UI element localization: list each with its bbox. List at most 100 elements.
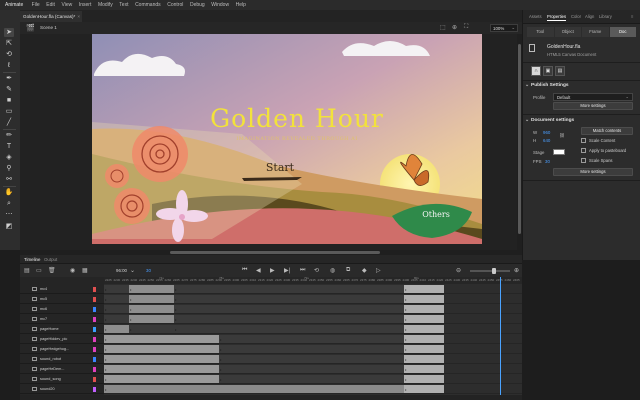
keyframe-icon[interactable]: • bbox=[405, 357, 406, 362]
zoom-tool-icon[interactable]: ⌕ bbox=[4, 199, 14, 208]
frame-span[interactable] bbox=[219, 355, 404, 363]
menu-help[interactable]: Help bbox=[232, 2, 249, 8]
layer-row[interactable]: pageHedgehog... bbox=[20, 345, 104, 354]
delete-layer-icon[interactable]: 🗑 bbox=[48, 267, 56, 274]
keyframe-icon[interactable]: • bbox=[105, 347, 106, 352]
layer-color-swatch[interactable] bbox=[93, 357, 96, 362]
keyframe-icon[interactable]: • bbox=[405, 297, 406, 302]
frame-row[interactable]: • • • bbox=[104, 365, 522, 374]
menu-view[interactable]: View bbox=[58, 2, 75, 8]
publish-settings-header[interactable]: ⌄ Publish Settings bbox=[525, 83, 569, 88]
subtab-object[interactable]: Object bbox=[554, 27, 581, 37]
zoom-dropdown[interactable]: 100% ⌄ bbox=[490, 24, 518, 32]
scene-label[interactable]: Scene 1 bbox=[40, 25, 57, 30]
frame-span[interactable] bbox=[104, 315, 129, 323]
frame-span[interactable] bbox=[129, 305, 174, 313]
bone-tool-icon[interactable]: ⚯ bbox=[4, 175, 14, 184]
keyframe-icon[interactable]: • bbox=[105, 377, 106, 382]
frame-span[interactable] bbox=[129, 315, 174, 323]
frame-span[interactable] bbox=[404, 305, 444, 313]
frame-span[interactable] bbox=[104, 365, 219, 373]
layer-row[interactable]: pageHome bbox=[20, 325, 104, 334]
link-dimensions-icon[interactable]: ⛓ bbox=[559, 133, 565, 139]
frame-row[interactable]: • • • bbox=[104, 375, 522, 384]
step-forward-icon[interactable]: ▶| bbox=[284, 267, 290, 274]
others-button[interactable]: Others bbox=[406, 210, 466, 219]
keyframe-icon[interactable]: • bbox=[130, 307, 131, 312]
apply-pasteboard-checkbox[interactable] bbox=[581, 148, 586, 153]
frame-span[interactable] bbox=[104, 305, 129, 313]
menu-insert[interactable]: Insert bbox=[76, 2, 95, 8]
line-tool-icon[interactable]: ╱ bbox=[4, 118, 14, 127]
loop-icon[interactable]: ⟲ bbox=[314, 267, 319, 274]
edit-document-icon[interactable]: ∩ bbox=[531, 66, 541, 76]
scale-spans-checkbox[interactable] bbox=[581, 158, 586, 163]
more-tools-icon[interactable]: ⋯ bbox=[4, 210, 14, 219]
frame-row[interactable]: • • • • bbox=[104, 305, 522, 314]
frame-span[interactable] bbox=[174, 295, 404, 303]
layer-color-swatch[interactable] bbox=[93, 327, 96, 332]
eyedropper-tool-icon[interactable]: ⚲ bbox=[4, 164, 14, 173]
layer-color-swatch[interactable] bbox=[93, 287, 96, 292]
keyframe-icon[interactable]: • bbox=[130, 317, 131, 322]
layer-row[interactable]: mc4 bbox=[20, 285, 104, 294]
tab-align[interactable]: Align bbox=[585, 14, 594, 19]
frame-row[interactable]: • • • bbox=[104, 345, 522, 354]
panel-menu-icon[interactable]: ≡ bbox=[631, 14, 633, 19]
frame-span[interactable] bbox=[104, 335, 219, 343]
brush-tool-icon[interactable]: ✎ bbox=[4, 85, 14, 94]
frame-span[interactable] bbox=[104, 355, 219, 363]
frame-span[interactable] bbox=[129, 295, 174, 303]
lasso-tool-icon[interactable]: ℓ bbox=[4, 61, 14, 70]
stage-canvas[interactable]: Golden Hour IMAGINATION REVEALED THROUGH… bbox=[92, 34, 482, 244]
frame-row[interactable]: • • • • bbox=[104, 285, 522, 294]
frame-span[interactable] bbox=[174, 325, 404, 333]
layer-color-swatch[interactable] bbox=[93, 337, 96, 342]
menu-debug[interactable]: Debug bbox=[187, 2, 208, 8]
hand-tool-icon[interactable]: ✋ bbox=[4, 188, 14, 197]
layer-row[interactable]: sound20 bbox=[20, 385, 104, 394]
frame-span[interactable] bbox=[404, 285, 444, 293]
insert-keyframe-icon[interactable]: ◆ bbox=[362, 267, 367, 274]
new-layer-icon[interactable]: ▤ bbox=[24, 267, 30, 274]
clip-content-icon[interactable]: ⛶ bbox=[464, 24, 468, 31]
frame-span[interactable] bbox=[104, 385, 404, 393]
frame-row[interactable]: • • • • bbox=[104, 325, 522, 334]
menu-control[interactable]: Control bbox=[164, 2, 187, 8]
frame-span[interactable] bbox=[219, 365, 404, 373]
layer-color-swatch[interactable] bbox=[93, 297, 96, 302]
menu-window[interactable]: Window bbox=[208, 2, 232, 8]
selection-tool-icon[interactable]: ➤ bbox=[4, 28, 14, 37]
frame-row[interactable]: • • • bbox=[104, 335, 522, 344]
keyframe-icon[interactable]: • bbox=[220, 367, 221, 372]
edit-stage-icon[interactable]: ▤ bbox=[555, 66, 565, 76]
frame-span[interactable] bbox=[404, 345, 444, 353]
menu-commands[interactable]: Commands bbox=[132, 2, 164, 8]
keyframe-icon[interactable]: • bbox=[130, 297, 131, 302]
play-icon[interactable]: ▶ bbox=[270, 267, 275, 274]
frame-span[interactable] bbox=[219, 375, 404, 383]
frame-span[interactable] bbox=[404, 315, 444, 323]
keyframe-icon[interactable]: • bbox=[405, 307, 406, 312]
frame-span[interactable] bbox=[404, 375, 444, 383]
height-value[interactable]: 640 bbox=[543, 138, 550, 143]
frame-span[interactable] bbox=[404, 325, 444, 333]
stage-color-swatch[interactable] bbox=[553, 149, 565, 155]
keyframe-icon[interactable]: • bbox=[220, 357, 221, 362]
play-range-icon[interactable]: ▷ bbox=[376, 267, 381, 274]
keyframe-icon[interactable]: • bbox=[105, 337, 106, 342]
keyframe-icon[interactable]: • bbox=[175, 327, 176, 332]
edit-symbols-icon[interactable]: ⬚ bbox=[440, 24, 446, 31]
frame-span[interactable] bbox=[174, 285, 404, 293]
center-stage-icon[interactable]: ⊕ bbox=[452, 24, 457, 31]
frame-span[interactable] bbox=[129, 285, 174, 293]
scene-icon[interactable]: 🎬 bbox=[26, 24, 35, 32]
subtab-frame[interactable]: Frame bbox=[582, 27, 609, 37]
fast-forward-icon[interactable]: ⏭ bbox=[300, 267, 305, 274]
free-transform-tool-icon[interactable]: ⟲ bbox=[4, 50, 14, 59]
keyframe-icon[interactable]: • bbox=[405, 347, 406, 352]
pasteboard[interactable]: Golden Hour IMAGINATION REVEALED THROUGH… bbox=[20, 34, 522, 250]
layer-color-swatch[interactable] bbox=[93, 387, 96, 392]
time-dropdown-icon[interactable]: ⌄ bbox=[130, 267, 135, 274]
keyframe-icon[interactable]: • bbox=[405, 317, 406, 322]
